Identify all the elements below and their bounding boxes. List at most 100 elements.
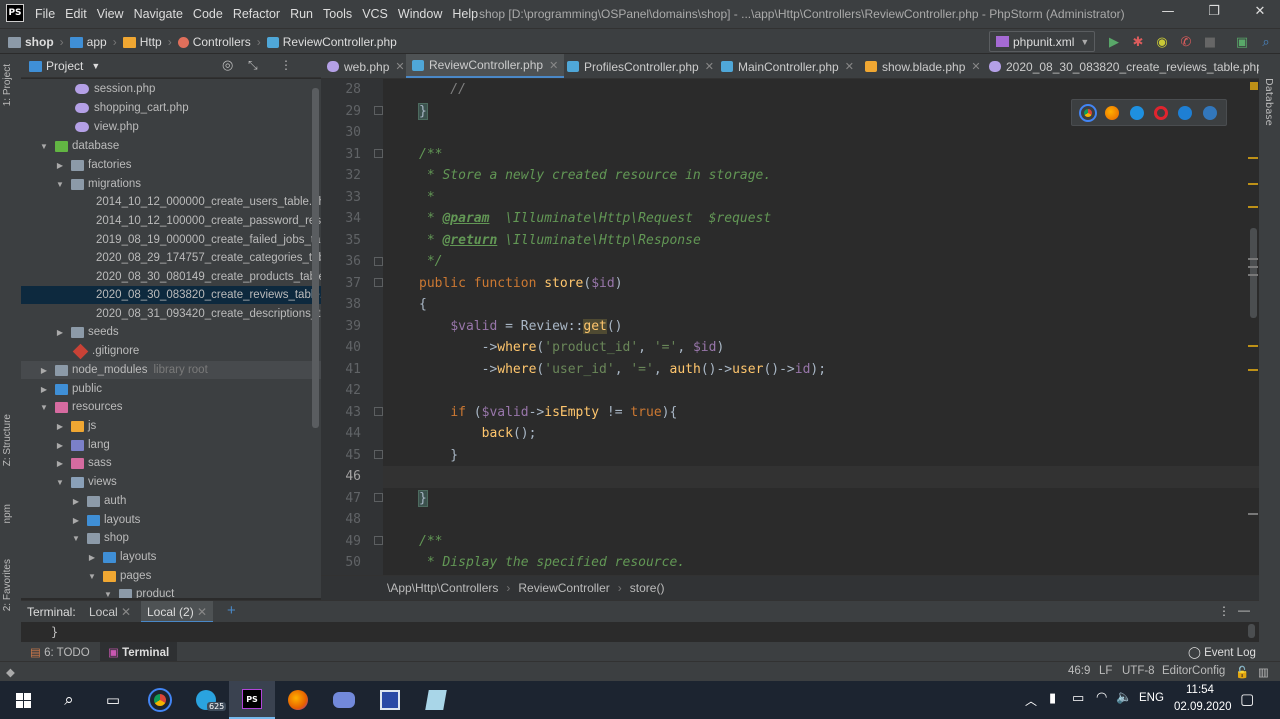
tree-item[interactable]: ▶ lang	[21, 436, 321, 454]
tab-show-blade[interactable]: show.blade.php ✕	[859, 54, 987, 78]
wifi-icon[interactable]: ◠	[1096, 690, 1107, 705]
tree-item[interactable]: ▶ layouts	[21, 511, 321, 529]
tab-profiles-controller[interactable]: ProfilesController.php ✕	[561, 54, 720, 78]
close-tab-icon[interactable]: ✕	[549, 59, 558, 72]
expanded-arrow-icon[interactable]: ▼	[39, 142, 49, 151]
expanded-arrow-icon[interactable]: ▼	[55, 180, 65, 189]
tab-web-php[interactable]: web.php ✕	[321, 54, 411, 78]
tree-item[interactable]: ▶ auth	[21, 492, 321, 510]
fold-marker-icon[interactable]	[374, 493, 383, 502]
run-icon[interactable]: ▶	[1105, 33, 1123, 51]
terminal-tab-local[interactable]: Local ✕	[89, 605, 131, 619]
notepad-taskbar-icon[interactable]	[413, 681, 459, 719]
project-view-select[interactable]: Project	[46, 59, 83, 73]
hide-icon[interactable]: —	[1238, 603, 1250, 617]
tree-item[interactable]: ▶ node_modules library root	[21, 361, 321, 379]
menu-view[interactable]: View	[97, 7, 124, 21]
menu-tools[interactable]: Tools	[323, 7, 352, 21]
crumb-file[interactable]: ReviewController.php	[266, 35, 397, 49]
menu-run[interactable]: Run	[290, 7, 313, 21]
breadcrumb-namespace[interactable]: \App\Http\Controllers	[387, 581, 498, 595]
tab-main-controller[interactable]: MainController.php ✕	[715, 54, 860, 78]
caret-position[interactable]: 46:9	[1068, 665, 1090, 677]
clock-date[interactable]: 02.09.2020	[1174, 701, 1232, 713]
terminal-icon[interactable]: ▣	[1233, 33, 1251, 51]
collapsed-arrow-icon[interactable]: ▶	[55, 422, 65, 431]
code-editor[interactable]: // } /** * Store a newly created resourc…	[383, 79, 1259, 575]
crumb-app[interactable]: app ›	[69, 35, 117, 49]
menu-code[interactable]: Code	[193, 7, 223, 21]
run-config-select[interactable]: phpunit.xml ▼	[989, 31, 1095, 52]
tree-item[interactable]: 2014_10_12_000000_create_users_table.php	[21, 193, 321, 211]
chrome-taskbar-icon[interactable]	[137, 681, 183, 719]
fold-marker-icon[interactable]	[374, 450, 383, 459]
debug-icon[interactable]: ✱	[1129, 33, 1147, 51]
collapse-icon[interactable]: ⤡	[248, 58, 258, 73]
crumb-shop[interactable]: shop ›	[8, 35, 64, 49]
chrome-icon[interactable]	[1079, 103, 1098, 122]
telegram-taskbar-icon[interactable]: 625	[183, 681, 229, 719]
scope-target-icon[interactable]: ◎	[222, 58, 233, 73]
opera-icon[interactable]	[1154, 105, 1169, 120]
tree-item[interactable]: ▶ layouts	[21, 548, 321, 566]
tree-item[interactable]: ▼ product	[21, 585, 321, 598]
close-tab-icon[interactable]: ✕	[705, 60, 714, 73]
fold-marker-icon[interactable]	[374, 257, 383, 266]
warning-marker[interactable]	[1248, 206, 1258, 208]
file-encoding[interactable]: UTF-8	[1122, 665, 1155, 677]
fold-marker-icon[interactable]	[374, 106, 383, 115]
collapsed-arrow-icon[interactable]: ▶	[55, 328, 65, 337]
project-tool-button[interactable]: 1: Project	[2, 64, 13, 106]
collapsed-arrow-icon[interactable]: ▶	[71, 497, 81, 506]
collapsed-arrow-icon[interactable]: ▶	[55, 441, 65, 450]
more-options-icon[interactable]: ⋮	[280, 58, 292, 72]
more-options-icon[interactable]: ⋮	[1218, 604, 1230, 618]
tree-item-selected[interactable]: 2020_08_30_083820_create_reviews_table.p…	[21, 286, 321, 304]
crumb-http[interactable]: Http ›	[122, 35, 172, 49]
breadcrumb-method[interactable]: store()	[630, 581, 665, 595]
menu-file[interactable]: File	[35, 7, 55, 21]
safari-icon[interactable]	[1129, 105, 1144, 120]
menu-vcs[interactable]: VCS	[362, 7, 388, 21]
tab-create-reviews-table[interactable]: 2020_08_30_083820_create_reviews_table.p…	[983, 54, 1259, 78]
phpstorm-taskbar-icon[interactable]: PS	[229, 681, 275, 719]
tree-item[interactable]: ▶ js	[21, 417, 321, 435]
tree-item[interactable]: session.php	[21, 80, 321, 98]
notifications-icon[interactable]: ▢	[1240, 690, 1254, 708]
warning-marker[interactable]	[1248, 369, 1258, 371]
collapsed-arrow-icon[interactable]: ▶	[55, 459, 65, 468]
crumb-controllers[interactable]: Controllers ›	[177, 35, 261, 49]
favorites-tool-button[interactable]: 2: Favorites	[2, 559, 13, 611]
tree-item[interactable]: ▶ seeds	[21, 323, 321, 341]
line-separator[interactable]: LF	[1099, 665, 1112, 677]
language-indicator[interactable]: ENG	[1139, 692, 1164, 704]
search-everywhere-icon[interactable]: ⌕	[1257, 33, 1275, 51]
collapsed-arrow-icon[interactable]: ▶	[39, 366, 49, 375]
menu-edit[interactable]: Edit	[65, 7, 87, 21]
tree-item[interactable]: 2020_08_31_093420_create_descriptions_ta…	[21, 305, 321, 323]
close-tab-icon[interactable]: ✕	[395, 60, 404, 73]
firefox-icon[interactable]	[1105, 105, 1120, 120]
fold-marker-icon[interactable]	[374, 407, 383, 416]
tree-item[interactable]: 2020_08_29_174757_create_categories_tabl…	[21, 249, 321, 267]
collapsed-arrow-icon[interactable]: ▶	[87, 553, 97, 562]
expanded-arrow-icon[interactable]: ▼	[103, 590, 113, 599]
internet-explorer-icon[interactable]	[1178, 105, 1193, 120]
editorconfig[interactable]: EditorConfig	[1162, 665, 1225, 677]
microphone-icon[interactable]: ▮	[1049, 691, 1056, 706]
edge-icon[interactable]	[1202, 105, 1217, 120]
lock-icon[interactable]: 🔓	[1235, 665, 1249, 679]
search-icon[interactable]: ⌕	[46, 681, 92, 719]
breadcrumb-class[interactable]: ReviewController	[518, 581, 609, 595]
info-marker[interactable]	[1248, 513, 1258, 515]
layers-icon[interactable]: ◆	[6, 665, 15, 679]
fold-marker-icon[interactable]	[374, 149, 383, 158]
expanded-arrow-icon[interactable]: ▼	[39, 403, 49, 412]
discord-taskbar-icon[interactable]	[321, 681, 367, 719]
firefox-taskbar-icon[interactable]	[275, 681, 321, 719]
stop-icon[interactable]: ■	[1201, 33, 1219, 51]
close-tab-icon[interactable]: ✕	[971, 60, 980, 73]
collapsed-arrow-icon[interactable]: ▶	[55, 161, 65, 170]
expanded-arrow-icon[interactable]: ▼	[55, 478, 65, 487]
close-icon[interactable]: ✕	[1250, 4, 1270, 24]
